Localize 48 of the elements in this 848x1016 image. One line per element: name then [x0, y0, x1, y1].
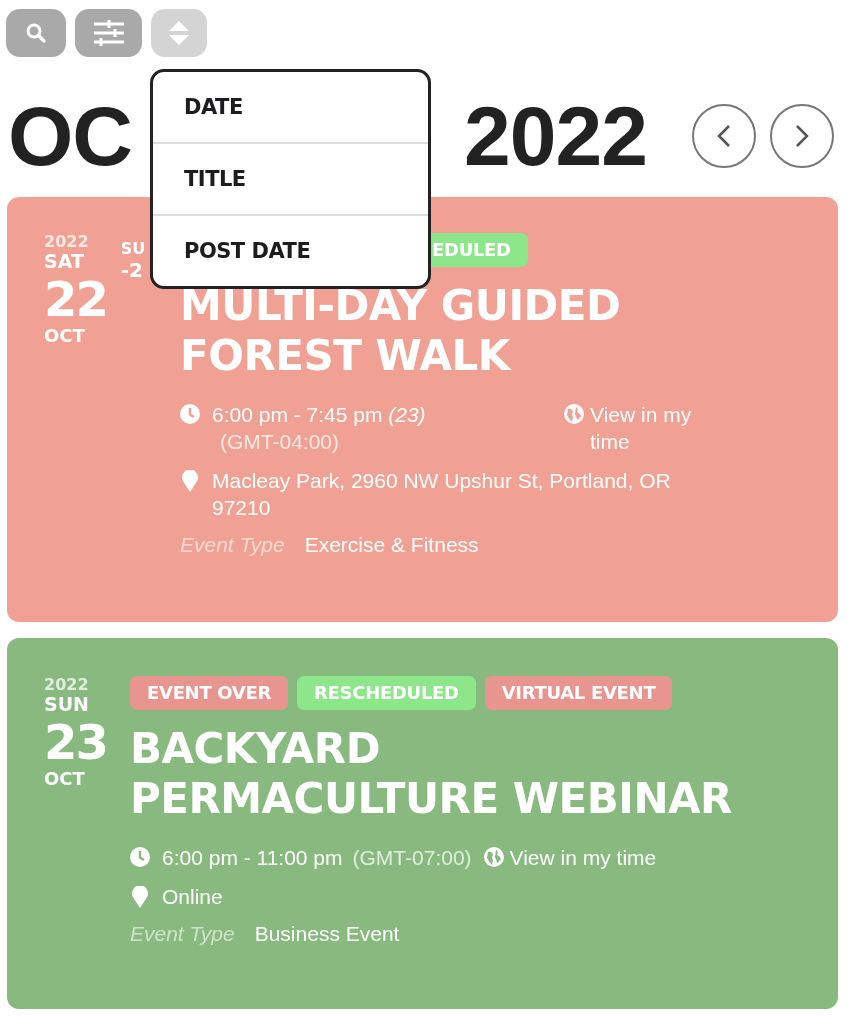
event-timezone: (GMT-07:00) [352, 845, 472, 871]
event-time: 6:00 pm - 7:45 pm (23) [212, 402, 426, 428]
event-type: Business Event [254, 921, 400, 947]
pin-icon [132, 886, 148, 908]
search-icon [25, 22, 47, 44]
status-tag: EVENT OVER [130, 676, 289, 710]
pin-icon [182, 470, 198, 492]
event-title[interactable]: BACKYARD PERMACULTURE WEBINAR [130, 724, 750, 824]
event-time: 6:00 pm - 11:00 pm [162, 845, 343, 871]
previous-button[interactable] [692, 104, 756, 168]
chevron-left-icon [717, 124, 731, 148]
sort-icon [169, 21, 189, 45]
event-day: 23 [44, 718, 107, 767]
sort-option[interactable]: TITLE [153, 144, 428, 216]
view-in-my-time-link[interactable]: View in my time [590, 401, 730, 455]
event-type: Exercise & Fitness [304, 532, 479, 558]
search-button[interactable] [6, 9, 66, 57]
year-heading: 2022 [464, 94, 647, 178]
view-in-my-time-link[interactable]: View in my time [509, 844, 657, 871]
event-timezone: (GMT-04:00) [219, 429, 340, 455]
event-day: 22 [44, 275, 107, 324]
sliders-icon [92, 20, 125, 46]
status-tag: RESCHEDULED [297, 676, 476, 710]
event-month: OCT [44, 768, 85, 791]
end-weekday: SU [120, 239, 146, 258]
sort-option[interactable]: POST DATE [153, 216, 428, 286]
status-tag: VIRTUAL EVENT [484, 676, 673, 710]
globe-icon [564, 404, 584, 424]
event-location: Online [162, 884, 223, 910]
event-month: OCT [44, 325, 85, 348]
end-day: -2 [120, 258, 146, 282]
filter-button[interactable] [75, 9, 142, 57]
sort-option[interactable]: DATE [153, 72, 428, 144]
clock-icon [130, 847, 150, 867]
chevron-right-icon [795, 124, 809, 148]
event-weekday: SUN [44, 693, 89, 715]
status-tag: EDULED [430, 233, 528, 267]
clock-icon [180, 404, 200, 424]
event-type-label: Event Type [180, 532, 285, 558]
next-button[interactable] [770, 104, 834, 168]
event-location: Macleay Park, 2960 NW Upshur St, Portland, OR 97210 [212, 468, 672, 521]
event-year: 2022 [44, 233, 89, 251]
event-year: 2022 [44, 676, 89, 694]
globe-icon [483, 847, 504, 867]
event-weekday: SAT [44, 250, 84, 272]
month-heading: OC [8, 94, 132, 178]
sort-button[interactable] [151, 9, 207, 57]
event-type-label: Event Type [130, 921, 235, 947]
